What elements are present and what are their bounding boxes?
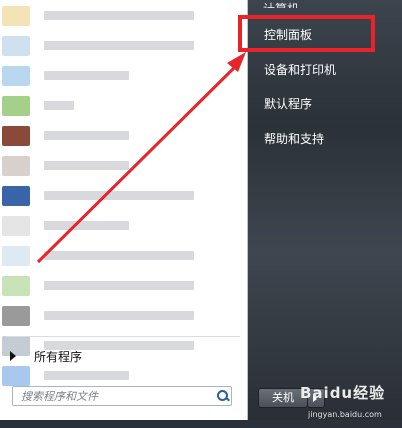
program-label (44, 311, 194, 320)
right-item-computer[interactable]: 计算机 (263, 0, 299, 8)
program-label (44, 101, 74, 110)
program-icon (2, 306, 30, 326)
start-menu-left-pane: 所有程序 (0, 0, 248, 420)
program-label (44, 41, 194, 50)
program-icon (2, 276, 30, 296)
list-item[interactable] (0, 30, 247, 60)
right-item-devices-printers[interactable]: 设备和打印机 (258, 57, 378, 83)
right-item-help-support[interactable]: 帮助和支持 (258, 126, 378, 152)
program-label (44, 191, 194, 200)
list-item[interactable] (0, 150, 247, 180)
program-label (44, 131, 129, 140)
program-label (44, 71, 129, 80)
search-box[interactable] (12, 386, 232, 406)
program-icon (2, 126, 30, 146)
taskbar (0, 420, 402, 428)
program-label (44, 11, 194, 20)
watermark-url: jingyan.baidu.com (308, 410, 382, 419)
program-icon (2, 216, 30, 236)
list-item[interactable] (0, 60, 247, 90)
right-item-default-programs[interactable]: 默认程序 (258, 91, 378, 117)
program-icon (2, 366, 30, 386)
list-item[interactable] (0, 270, 247, 300)
program-label (44, 161, 129, 170)
program-label (44, 281, 194, 290)
list-item[interactable] (0, 0, 247, 30)
all-programs-label: 所有程序 (34, 349, 83, 364)
search-icon[interactable] (213, 387, 231, 405)
watermark-logo: Baidu经验 (300, 384, 386, 402)
list-item[interactable] (0, 210, 247, 240)
separator (6, 336, 240, 337)
list-item[interactable] (0, 240, 247, 270)
program-label (44, 221, 129, 230)
program-icon (2, 156, 30, 176)
list-item[interactable] (0, 90, 247, 120)
program-label (44, 251, 194, 260)
program-icon (2, 186, 30, 206)
program-icon (2, 96, 30, 116)
program-icon (2, 66, 30, 86)
search-input[interactable] (13, 386, 213, 406)
list-item[interactable] (0, 120, 247, 150)
arrow-right-icon (10, 351, 16, 361)
program-icon (2, 36, 30, 56)
program-list (0, 0, 247, 386)
program-icon (2, 6, 30, 26)
program-label (44, 371, 129, 380)
highlight-box (238, 15, 375, 52)
program-icon (2, 246, 30, 266)
list-item[interactable] (0, 300, 247, 330)
list-item[interactable] (0, 180, 247, 210)
all-programs-button[interactable]: 所有程序 (4, 345, 240, 367)
